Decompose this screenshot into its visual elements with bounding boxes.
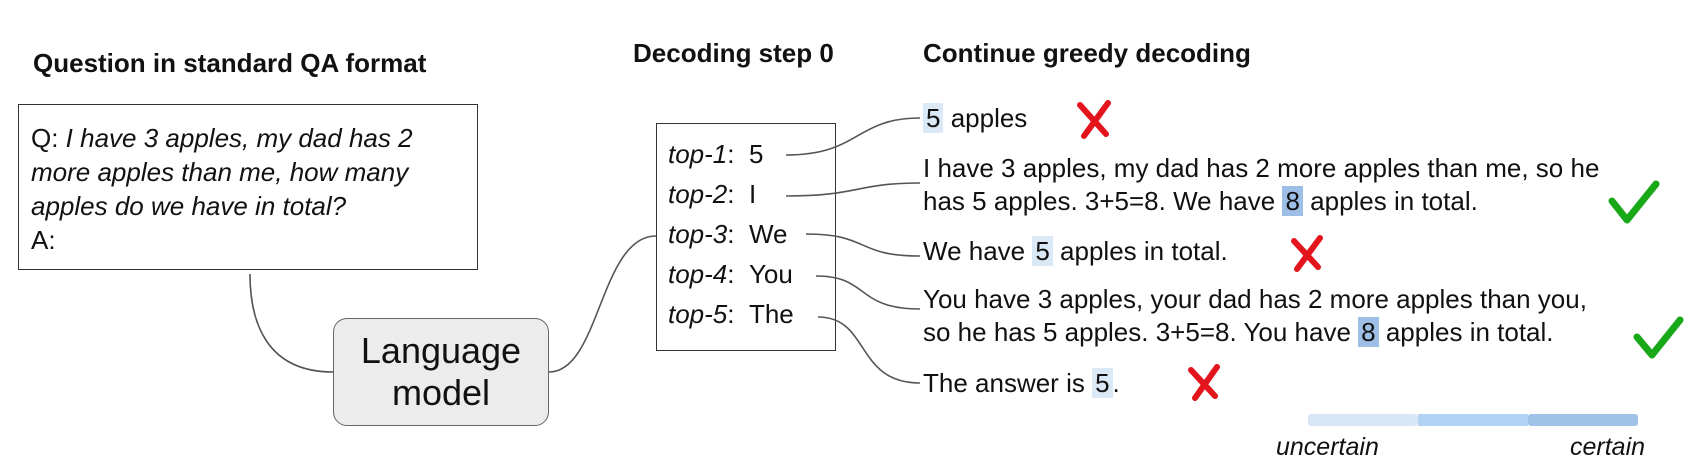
check-icon [1633,316,1684,359]
connector-model-to-topk [548,235,657,373]
connector-top1 [785,117,921,156]
legend-segment-mid [1418,414,1528,426]
check-icon [1608,180,1660,224]
certainty-legend-bar [1308,414,1638,426]
connector-top2 [785,182,921,197]
cross-icon [1188,364,1220,401]
connector-top4 [815,275,921,310]
cross-icon [1291,235,1323,272]
connector-top5 [817,316,921,384]
legend-segment-high [1528,414,1638,426]
legend-segment-low [1308,414,1418,426]
connector-question-to-model [249,273,334,373]
legend-certain-label: certain [1570,433,1646,461]
diagram-connectors [249,100,1684,426]
legend-uncertain-label: uncertain [1276,433,1379,461]
cross-icon [1077,100,1111,139]
connector-top3 [805,233,921,257]
